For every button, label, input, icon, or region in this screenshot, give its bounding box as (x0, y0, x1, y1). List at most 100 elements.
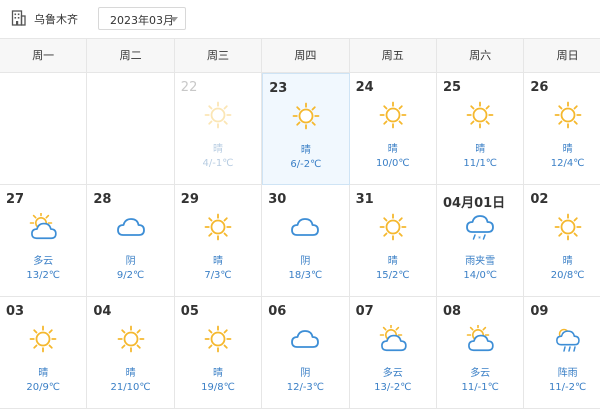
partly-cloudy-icon (379, 325, 407, 352)
day-date: 25 (443, 80, 462, 95)
sun-icon (554, 101, 581, 129)
day-date: 22 (180, 80, 198, 95)
day-date: 07 (355, 304, 374, 319)
week-row: 22 晴 4/-1℃ 23 晴 6/-2℃ 24 晴 10/0℃ 25 晴 11/1℃ 26 晴 12/4℃ (0, 73, 600, 185)
weekday-label: 周三 (175, 39, 263, 73)
weather-desc: 阴 (300, 368, 311, 379)
building-icon (11, 10, 26, 26)
temperature-range: 9/2℃ (116, 270, 145, 281)
day-cell[interactable]: 26 晴 12/4℃ (524, 73, 600, 185)
sun-icon (379, 101, 407, 129)
day-cell[interactable]: 08 多云 11/-1℃ (437, 297, 525, 409)
day-cell[interactable]: 06 阴 12/-3℃ (262, 297, 350, 409)
weather-desc: 阴 (300, 256, 311, 267)
day-date: 28 (93, 192, 112, 207)
month-select[interactable]: 2023年03月 (98, 7, 186, 30)
day-cell[interactable]: 07 多云 13/-2℃ (350, 297, 437, 409)
day-cell[interactable]: 05 晴 19/8℃ (175, 297, 263, 409)
day-cell[interactable]: 31 晴 15/2℃ (350, 185, 437, 297)
day-cell[interactable]: 29 晴 7/3℃ (175, 185, 263, 297)
weekday-label: 周二 (87, 39, 175, 73)
partly-cloudy-icon (29, 213, 57, 240)
weather-desc: 晴 (562, 256, 573, 267)
day-cell[interactable]: 04 晴 21/10℃ (87, 297, 175, 409)
weekday-label: 周五 (350, 39, 437, 73)
sun-icon (292, 102, 320, 130)
temperature-range: 11/1℃ (463, 158, 498, 169)
temperature-range: 12/-3℃ (286, 382, 325, 393)
sun-icon (117, 325, 144, 353)
temperature-range: 12/4℃ (550, 158, 585, 169)
weather-desc: 多云 (470, 368, 491, 379)
week-row: 03 晴 20/9℃ 04 晴 21/10℃ 05 晴 19/8℃ 06 阴 12/-3℃ 07 多云 13… (0, 297, 600, 409)
weather-desc: 晴 (562, 144, 573, 155)
day-date: 02 (530, 192, 549, 207)
temperature-range: 7/3℃ (204, 270, 232, 281)
week-row: 27 多云 13/2℃ 28 阴 9/2℃ 29 晴 7/3℃ 30 阴 18/3℃ 31 晴 15/2℃ 0… (0, 185, 600, 297)
month-select-value: 2023年03月 (110, 14, 174, 27)
weather-desc: 多云 (382, 368, 403, 379)
day-cell[interactable]: 30 阴 18/3℃ (262, 185, 350, 297)
weekday-label: 周四 (262, 39, 350, 73)
day-date: 26 (530, 80, 549, 95)
temperature-range: 6/-2℃ (290, 159, 322, 170)
temperature-range: 4/-1℃ (202, 158, 234, 169)
day-date: 04 (93, 304, 112, 319)
cloud-icon (291, 330, 320, 348)
weather-desc: 晴 (212, 144, 223, 155)
temperature-range: 18/3℃ (288, 270, 323, 281)
day-date: 29 (180, 192, 199, 207)
weather-desc: 晴 (475, 144, 486, 155)
sun-icon (204, 101, 232, 129)
temperature-range: 20/9℃ (26, 382, 61, 393)
partly-cloudy-icon (466, 325, 494, 352)
day-date: 06 (268, 304, 287, 319)
sun-icon (29, 325, 57, 353)
temperature-range: 11/-2℃ (548, 382, 587, 393)
weather-desc: 晴 (387, 144, 398, 155)
day-cell[interactable]: 02 晴 20/8℃ (524, 185, 600, 297)
sun-icon (554, 213, 581, 241)
weekday-label: 周一 (0, 39, 88, 73)
weather-desc: 多云 (33, 256, 54, 267)
weekday-label: 周六 (437, 39, 525, 73)
day-date: 24 (355, 80, 374, 95)
temperature-range: 21/10℃ (110, 382, 151, 393)
empty-day-cell (87, 73, 175, 185)
weather-desc: 阴 (125, 256, 136, 267)
top-bar: 乌鲁木齐 2023年03月 (0, 0, 600, 38)
day-date: 08 (443, 304, 462, 319)
day-date: 31 (355, 192, 374, 207)
sun-icon (204, 213, 232, 241)
temperature-range: 13/-2℃ (374, 382, 412, 393)
temperature-range: 14/0℃ (463, 270, 498, 281)
day-date: 27 (6, 192, 25, 207)
empty-day-cell (0, 73, 88, 185)
day-cell[interactable]: 25 晴 11/1℃ (437, 73, 525, 185)
sun-icon (466, 101, 494, 129)
temperature-range: 19/8℃ (201, 382, 235, 393)
sun-icon (379, 213, 407, 241)
day-cell[interactable]: 03 晴 20/9℃ (0, 297, 88, 409)
day-cell[interactable]: 27 多云 13/2℃ (0, 185, 88, 297)
day-cell[interactable]: 24 晴 10/0℃ (350, 73, 437, 185)
shower-icon (555, 328, 580, 352)
day-cell[interactable]: 04月01日 * 雨夹雪 14/0℃ (437, 185, 525, 297)
weather-desc: 晴 (38, 368, 49, 379)
day-cell[interactable]: 23 晴 6/-2℃ (262, 73, 350, 185)
day-cell[interactable]: 22 晴 4/-1℃ (175, 73, 263, 185)
svg-text:*: * (478, 236, 481, 242)
temperature-range: 20/8℃ (550, 270, 585, 281)
weekday-header: 周一 周二 周三 周四 周五 周六 周日 (0, 38, 600, 73)
city-name[interactable]: 乌鲁木齐 (34, 11, 78, 27)
weather-desc: 雨夹雪 (465, 256, 496, 267)
temperature-range: 11/-1℃ (461, 382, 499, 393)
day-date: 30 (268, 192, 287, 207)
weather-desc: 晴 (212, 256, 223, 267)
day-date: 05 (180, 304, 199, 319)
day-date: 09 (530, 304, 549, 319)
day-date: 23 (269, 81, 288, 96)
day-cell[interactable]: 28 阴 9/2℃ (87, 185, 175, 297)
day-cell[interactable]: 09 阵雨 11/-2℃ (524, 297, 600, 409)
sun-icon (204, 325, 232, 353)
